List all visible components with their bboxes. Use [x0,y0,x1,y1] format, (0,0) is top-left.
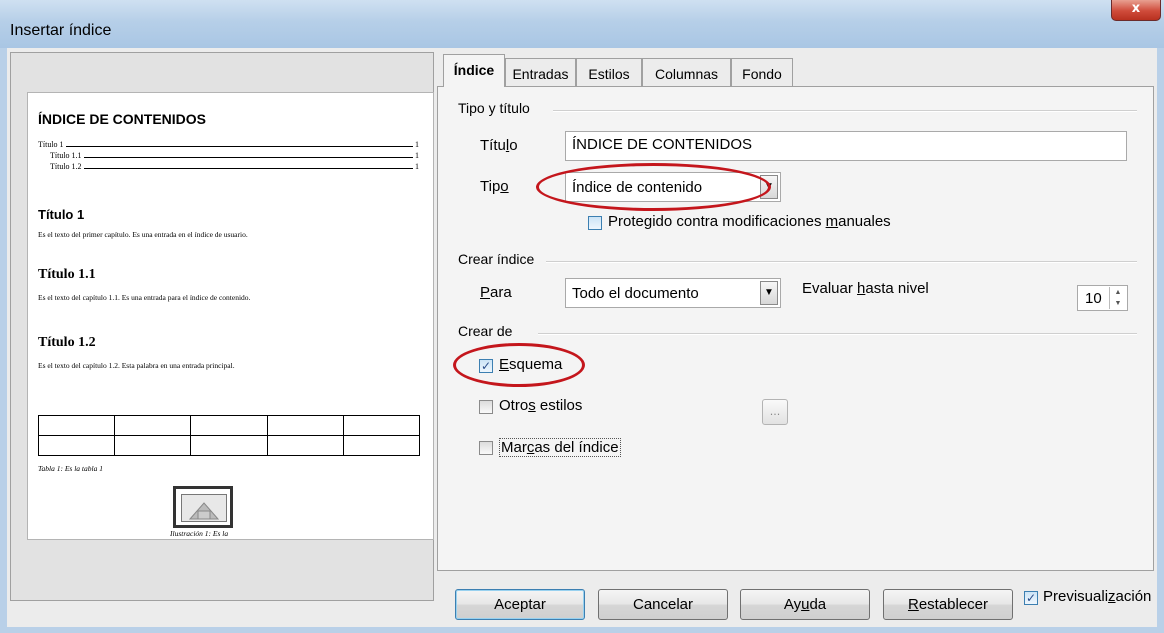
preview-paragraph-3: Es el texto del capítulo 1.2. Esta palab… [38,361,235,370]
tab-entradas[interactable]: Entradas [505,58,576,86]
esquema-checkbox[interactable]: ✓ [479,359,493,373]
previsualizacion-checkbox[interactable]: ✓ [1024,591,1038,605]
ayuda-button[interactable]: Ayuda [740,589,870,620]
preview-toc-page: 1 [415,140,419,149]
window-frame-right [1157,48,1164,633]
window-title-bar: Insertar índice [0,0,1164,48]
preview-toc-row: Título 1.1 1 [50,151,419,160]
para-dropdown-value: Todo el documento [572,285,699,302]
preview-toc-label: Título 1 [38,140,64,149]
section-crear-de: Crear de [458,323,513,339]
window-title: Insertar índice [10,22,112,39]
preview-table-caption: Tabla 1: Es la tabla 1 [38,464,103,473]
window-frame-bottom [0,627,1164,633]
preview-heading-1-2: Título 1.2 [38,335,96,350]
protegido-label: Protegido contra modificaciones manuales [608,213,891,230]
otros-estilos-button[interactable]: ... [762,399,788,425]
tipo-dropdown[interactable]: Índice de contenido ▼ [565,172,781,202]
marcas-checkbox[interactable] [479,441,493,455]
previsualizacion-label: Previsualización [1043,588,1152,605]
spinner-arrows-icon[interactable]: ▲ ▼ [1109,287,1126,309]
tab-columnas[interactable]: Columnas [642,58,731,86]
tipo-label: Tipo [480,178,509,195]
preview-paragraph-2: Es el texto del capítulo 1.1. Es una ent… [38,293,251,302]
chevron-down-icon[interactable]: ▼ [760,281,778,305]
tab-fondo[interactable]: Fondo [731,58,793,86]
marcas-label: Marcas del índice [499,438,621,457]
tab-estilos[interactable]: Estilos [576,58,642,86]
tipo-dropdown-value: Índice de contenido [572,179,703,196]
preview-toc-label: Título 1.2 [50,162,82,171]
preview-heading-1-1: Título 1.1 [38,267,96,282]
window-frame-left [0,48,7,633]
preview-toc-page: 1 [415,162,419,171]
preview-heading-1: Título 1 [38,207,85,222]
titulo-label: Título [480,137,518,154]
esquema-label: Esquema [499,356,563,373]
tab-indice[interactable]: Índice [443,54,505,87]
section-crear-indice: Crear índice [458,251,535,267]
nivel-spinner[interactable]: 10 ▲ ▼ [1077,285,1128,311]
separator [538,333,1137,335]
preview-toc-row: Título 1.2 1 [50,162,419,171]
separator [553,110,1137,112]
preview-page: ÍNDICE DE CONTENIDOS Título 1 1 Título 1.… [27,92,434,540]
preview-paragraph-1: Es el texto del primer capítulo. Es una … [38,230,248,239]
preview-toc-row: Título 1 1 [38,140,419,149]
section-tipo-titulo: Tipo y título [458,100,530,116]
aceptar-button[interactable]: Aceptar [455,589,585,620]
restablecer-button[interactable]: Restablecer [883,589,1013,620]
preview-toc-label: Título 1.1 [50,151,82,160]
separator [546,261,1137,263]
otros-estilos-checkbox[interactable] [479,400,493,414]
preview-table [37,415,421,456]
para-label: Para [480,284,512,301]
cancelar-button[interactable]: Cancelar [598,589,728,620]
evaluar-label: Evaluar hasta nivel [802,280,929,297]
para-dropdown[interactable]: Todo el documento ▼ [565,278,781,308]
close-button[interactable]: x [1111,0,1161,21]
protegido-checkbox[interactable] [588,216,602,230]
preview-figure-caption: Ilustración 1: Es la [170,529,229,538]
preview-toc-page: 1 [415,151,419,160]
preview-toc-title: ÍNDICE DE CONTENIDOS [38,111,207,127]
otros-estilos-label: Otros estilos [499,397,583,414]
chevron-down-icon[interactable]: ▼ [760,175,778,199]
nivel-value: 10 [1085,290,1102,307]
house-picture-icon [181,494,227,522]
titulo-input[interactable]: ÍNDICE DE CONTENIDOS [565,131,1127,161]
picture-frame-icon [173,486,233,528]
